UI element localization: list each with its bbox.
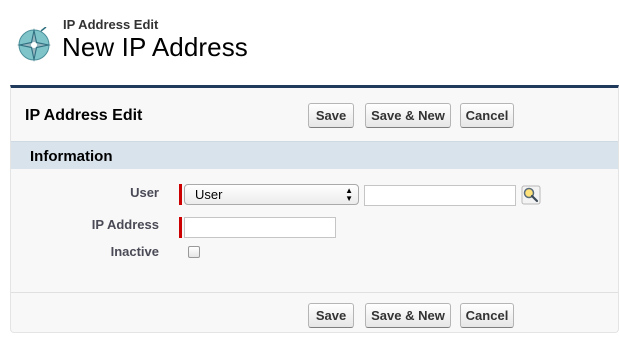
user-type-select-value: User [195,187,223,202]
page-title: New IP Address [62,32,248,62]
save-new-button-top[interactable]: Save & New [365,103,451,128]
cancel-button-bottom[interactable]: Cancel [460,303,514,328]
lookup-icon[interactable] [521,185,541,205]
compass-icon [17,27,51,62]
divider [11,292,618,293]
required-indicator [179,217,182,238]
inactive-checkbox[interactable] [188,246,200,258]
ip-address-label: IP Address [91,217,159,232]
cancel-button-top[interactable]: Cancel [460,103,514,128]
ip-address-input[interactable] [184,217,336,238]
select-arrows-icon: ▲ ▼ [345,186,353,203]
save-button-bottom[interactable]: Save [308,303,354,328]
edit-panel: IP Address Edit Save Save & New Cancel I… [10,85,619,333]
inactive-label: Inactive [110,244,159,259]
section-header: Information [11,141,618,169]
user-label: User [130,185,159,200]
user-type-select[interactable]: User ▲ ▼ [184,184,359,205]
page-subtitle: IP Address Edit [63,17,159,32]
required-indicator [179,184,182,205]
save-button-top[interactable]: Save [308,103,354,128]
section-title: Information [30,148,113,165]
save-new-button-bottom[interactable]: Save & New [365,303,451,328]
panel-title: IP Address Edit [25,107,143,124]
user-lookup-input[interactable] [364,185,516,206]
